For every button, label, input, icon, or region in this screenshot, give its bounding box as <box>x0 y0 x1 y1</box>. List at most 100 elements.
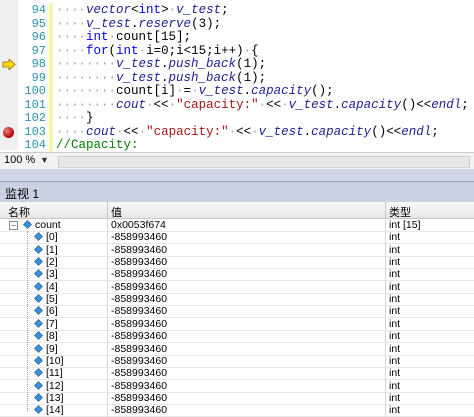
watch-name: [1] <box>46 243 58 256</box>
watch-element-row[interactable]: [2] -858993460 int <box>0 256 474 270</box>
zoom-dropdown-icon[interactable]: ▼ <box>40 155 49 165</box>
variable-icon <box>34 380 43 390</box>
watch-value[interactable]: -858993460 <box>111 367 167 379</box>
line-number: 104 <box>24 138 46 152</box>
watch-element-row[interactable]: [10] -858993460 int <box>0 355 474 368</box>
variable-icon <box>34 294 43 304</box>
watch-name: [4] <box>46 280 58 293</box>
zoom-level[interactable]: 100 % <box>4 154 35 166</box>
watch-type: int <box>389 379 401 392</box>
column-divider[interactable] <box>107 202 108 218</box>
watch-value[interactable]: -858993460 <box>111 355 167 367</box>
watch-type: int <box>389 367 401 380</box>
watch-type: int <box>389 404 401 417</box>
watch-type: int <box>389 330 401 343</box>
watch-element-row[interactable]: [5] -858993460 int <box>0 293 474 307</box>
column-grid-line <box>385 218 386 417</box>
watch-value[interactable]: -858993460 <box>111 318 167 330</box>
watch-value[interactable]: -858993460 <box>111 268 167 280</box>
breakpoint-icon[interactable] <box>3 126 14 138</box>
column-grid-line <box>107 218 108 417</box>
watch-element-row[interactable]: [3] -858993460 int <box>0 268 474 282</box>
watch-type: int [15] <box>389 219 421 231</box>
watch-value[interactable]: -858993460 <box>111 392 167 404</box>
column-divider[interactable] <box>385 202 386 218</box>
watch-root-row[interactable]: − count 0x0053f674 int [15] <box>0 219 474 232</box>
column-header-value[interactable]: 值 <box>111 204 122 220</box>
variable-icon <box>34 318 43 328</box>
watch-type: int <box>389 293 401 306</box>
watch-table-header: 名称 值 类型 <box>0 202 474 219</box>
watch-type: int <box>389 256 401 269</box>
watch-type: int <box>389 268 401 281</box>
watch-panel-title-bar: 监视 1 <box>0 181 474 202</box>
variable-icon <box>34 306 43 316</box>
watch-value[interactable]: -858993460 <box>111 244 167 256</box>
watch-value[interactable]: -858993460 <box>111 330 167 342</box>
watch-element-row[interactable]: [0] -858993460 int <box>0 231 474 245</box>
watch-value[interactable]: -858993460 <box>111 281 167 293</box>
current-statement-arrow-icon <box>2 59 16 70</box>
watch-element-row[interactable]: [14] -858993460 int <box>0 404 474 417</box>
watch-name: [6] <box>46 305 58 318</box>
collapse-icon[interactable]: − <box>9 221 18 230</box>
watch-name: count <box>35 219 61 231</box>
watch-element-row[interactable]: [7] -858993460 int <box>0 318 474 331</box>
watch-panel-title: 监视 1 <box>5 187 40 201</box>
watch-value[interactable]: -858993460 <box>111 380 167 392</box>
watch-name: [12] <box>46 379 64 392</box>
watch-name: [10] <box>46 354 64 367</box>
change-marker <box>49 138 53 153</box>
variable-icon <box>34 244 43 254</box>
watch-name: [3] <box>46 268 58 281</box>
watch-element-row[interactable]: [13] -858993460 int <box>0 392 474 405</box>
watch-type: int <box>389 342 401 355</box>
column-header-name[interactable]: 名称 <box>8 204 30 220</box>
watch-type: int <box>389 391 401 404</box>
watch-element-row[interactable]: [11] -858993460 int <box>0 367 474 381</box>
watch-name: [5] <box>46 293 58 306</box>
watch-name: [2] <box>46 256 58 269</box>
watch-type: int <box>389 305 401 318</box>
variable-icon <box>34 232 43 242</box>
watch-element-row[interactable]: [1] -858993460 int <box>0 244 474 257</box>
watch-element-row[interactable]: [6] -858993460 int <box>0 305 474 319</box>
variable-icon <box>34 355 43 365</box>
watch-value[interactable]: -858993460 <box>111 256 167 268</box>
code-editor[interactable]: 94 ····vector<int>·v_test; 95 ····v_test.re… <box>0 0 474 153</box>
watch-type: int <box>389 243 401 256</box>
watch-element-row[interactable]: [4] -858993460 int <box>0 281 474 294</box>
watch-name: [14] <box>46 404 64 417</box>
watch-element-row[interactable]: [8] -858993460 int <box>0 330 474 344</box>
column-header-type[interactable]: 类型 <box>389 204 411 220</box>
watch-type: int <box>389 354 401 367</box>
watch-name: [9] <box>46 342 58 355</box>
tree-connector <box>27 231 28 411</box>
watch-value[interactable]: -858993460 <box>111 305 167 317</box>
watch-value[interactable]: -858993460 <box>111 404 167 416</box>
watch-name: [0] <box>46 231 58 244</box>
watch-value[interactable]: 0x0053f674 <box>111 219 166 231</box>
variable-icon <box>34 331 43 341</box>
watch-name: [13] <box>46 391 64 404</box>
code-line[interactable]: 104 //Capacity: <box>0 138 474 153</box>
variable-icon <box>34 281 43 291</box>
variable-icon <box>34 392 43 402</box>
watch-name: [7] <box>46 317 58 330</box>
code-text[interactable]: //Capacity: <box>56 138 139 153</box>
watch-type: int <box>389 231 401 244</box>
watch-element-row[interactable]: [12] -858993460 int <box>0 380 474 393</box>
variable-icon <box>34 343 43 353</box>
variable-icon <box>34 368 43 378</box>
variable-icon <box>34 269 43 279</box>
panel-splitter[interactable] <box>0 169 474 181</box>
horizontal-scrollbar[interactable] <box>58 156 470 168</box>
watch-value[interactable]: -858993460 <box>111 293 167 305</box>
watch-name: [11] <box>46 367 63 380</box>
watch-element-row[interactable]: [9] -858993460 int <box>0 343 474 356</box>
variable-icon <box>34 257 43 266</box>
watch-value[interactable]: -858993460 <box>111 231 167 243</box>
editor-zoom-bar: 100 % ▼ <box>0 152 474 169</box>
variable-icon <box>34 405 43 415</box>
watch-value[interactable]: -858993460 <box>111 343 167 355</box>
